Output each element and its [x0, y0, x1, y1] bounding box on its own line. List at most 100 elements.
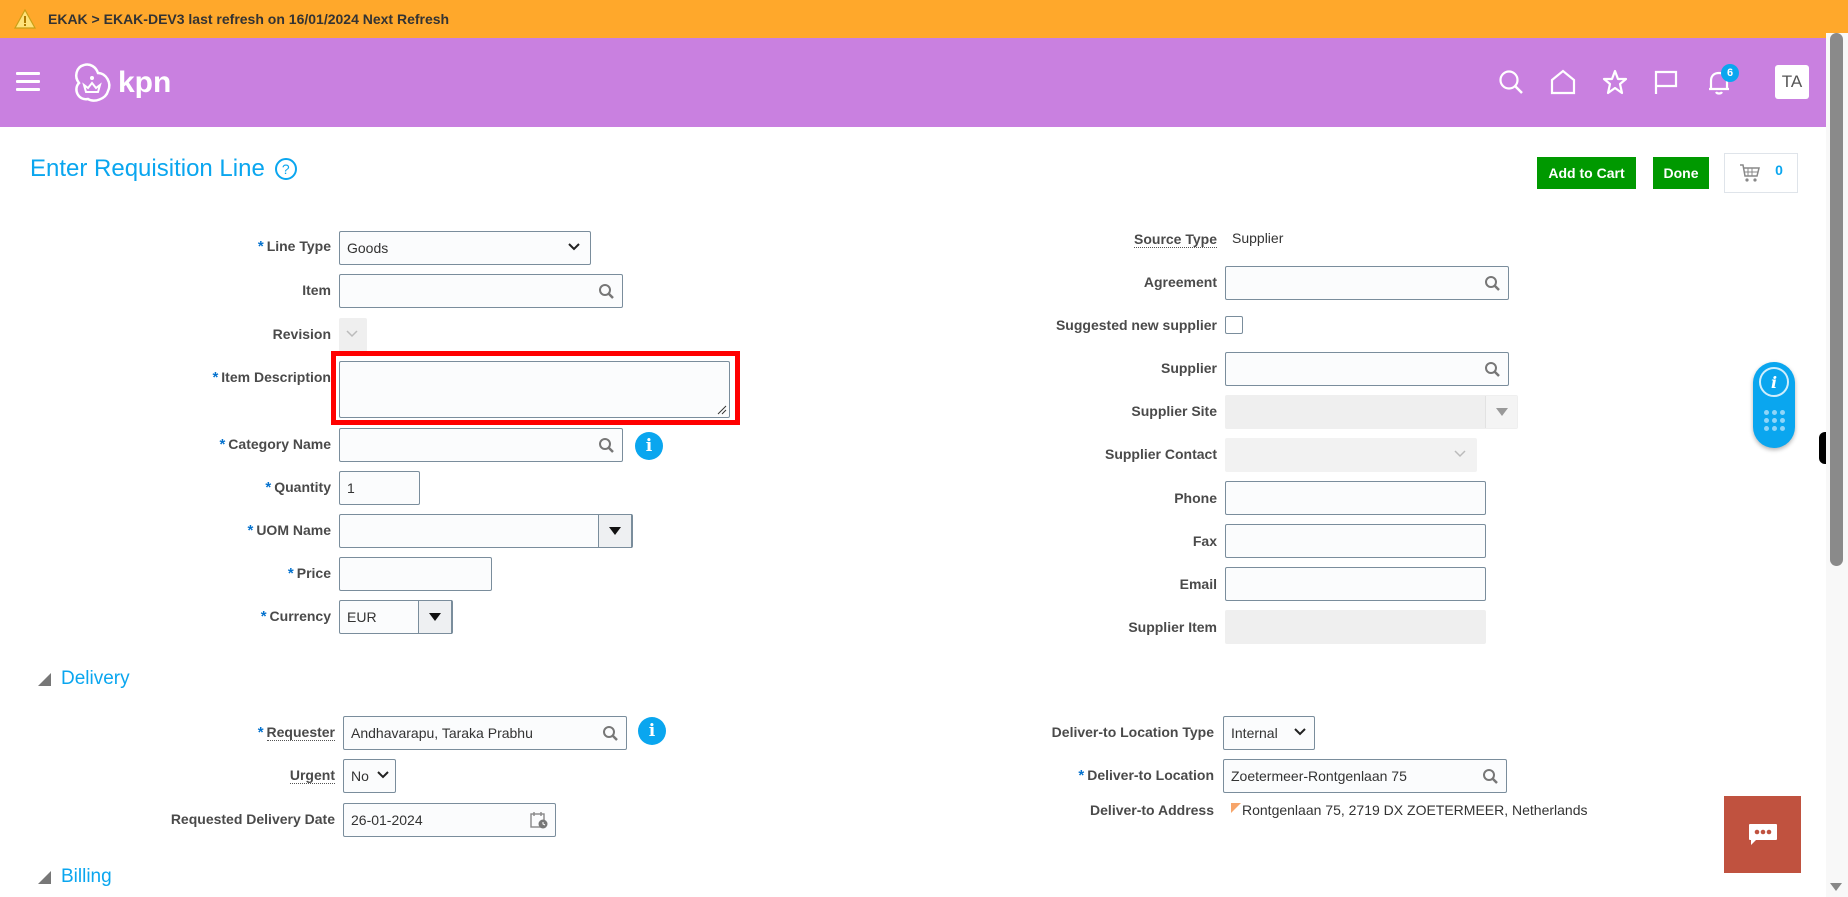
page-title: Enter Requisition Line ?: [30, 155, 297, 183]
warning-icon: [14, 9, 36, 29]
item-label: Item: [302, 282, 331, 298]
search-icon[interactable]: [1484, 275, 1501, 292]
supplier-contact-label: Supplier Contact: [1104, 446, 1217, 462]
item-description-label: * Item Description: [212, 369, 331, 386]
source-type-label: Source Type: [1134, 231, 1217, 248]
agreement-input[interactable]: [1225, 266, 1509, 300]
info-icon: i: [1759, 367, 1789, 397]
category-name-label: * Category Name: [219, 436, 331, 453]
quantity-label: * Quantity: [265, 479, 331, 496]
deliver-to-location-type-select[interactable]: Internal: [1223, 716, 1315, 750]
item-input[interactable]: [339, 274, 623, 308]
caret-down-icon: [429, 613, 441, 621]
urgent-select[interactable]: No: [343, 759, 396, 793]
phone-input[interactable]: [1225, 481, 1486, 515]
shopping-cart-button[interactable]: 0: [1724, 153, 1798, 193]
menu-icon[interactable]: [16, 72, 40, 92]
scrollbar-thumb[interactable]: [1830, 33, 1843, 566]
page-scrollbar[interactable]: [1826, 33, 1848, 897]
chat-button[interactable]: [1724, 796, 1801, 873]
supplier-label: Supplier: [1160, 360, 1217, 376]
supplier-item-label: Supplier Item: [1128, 619, 1217, 635]
search-icon[interactable]: [1482, 768, 1499, 785]
resize-grip-icon[interactable]: [717, 405, 727, 415]
fax-input[interactable]: [1225, 524, 1486, 558]
uom-name-label: * UOM Name: [247, 522, 331, 539]
currency-dropdown-button[interactable]: [418, 600, 452, 634]
supplier-contact-select: [1225, 438, 1477, 472]
banner-text: EKAK > EKAK-DEV3 last refresh on 16/01/2…: [48, 11, 450, 27]
suggested-new-supplier-label: Suggested new supplier: [1055, 317, 1217, 333]
quantity-input[interactable]: 1: [339, 471, 420, 505]
kpn-crown-icon: [75, 63, 111, 102]
source-type-value: Supplier: [1232, 230, 1284, 246]
currency-input[interactable]: EUR: [339, 600, 453, 634]
revision-select: [339, 318, 367, 352]
requester-input[interactable]: Andhavarapu, Taraka Prabhu: [343, 716, 627, 750]
supplier-input[interactable]: [1225, 352, 1509, 386]
email-input[interactable]: [1225, 567, 1486, 601]
deliver-to-address-value: Rontgenlaan 75, 2719 DX ZOETERMEER, Neth…: [1231, 802, 1588, 818]
search-icon[interactable]: [598, 437, 615, 454]
line-type-select[interactable]: Goods: [339, 231, 591, 265]
supplier-site-dropdown-button: [1485, 396, 1517, 428]
supplier-site-select: [1225, 395, 1518, 429]
suggested-new-supplier-checkbox[interactable]: [1225, 316, 1243, 334]
cart-count: 0: [1775, 162, 1783, 178]
search-icon[interactable]: [1491, 62, 1531, 102]
supplier-site-label: Supplier Site: [1131, 403, 1217, 419]
currency-label: * Currency: [260, 608, 331, 625]
cart-icon: [1740, 164, 1761, 182]
line-type-label: * Line Type: [257, 238, 331, 255]
scroll-down-arrow-icon[interactable]: [1830, 883, 1842, 891]
uom-dropdown-button[interactable]: [598, 514, 632, 548]
caret-down-icon: [1495, 408, 1508, 416]
keypad-icon: [1764, 410, 1786, 431]
page-title-text: Enter Requisition Line: [30, 155, 265, 182]
add-to-cart-button[interactable]: Add to Cart: [1537, 157, 1636, 189]
collapse-triangle-icon: [38, 672, 51, 686]
chevron-down-icon: [377, 771, 389, 779]
deliver-to-location-label: * Deliver-to Location: [1078, 767, 1214, 784]
item-description-textarea[interactable]: [339, 361, 730, 418]
requested-delivery-date-label: Requested Delivery Date: [170, 811, 335, 827]
kpn-logo[interactable]: kpn: [70, 60, 171, 106]
phone-label: Phone: [1174, 490, 1217, 506]
requester-info-icon[interactable]: i: [638, 717, 666, 745]
price-label: * Price: [287, 565, 331, 582]
deliver-to-location-input[interactable]: Zoetermeer-Rontgenlaan 75: [1223, 759, 1507, 793]
caret-down-icon: [609, 527, 621, 535]
chevron-down-icon: [1294, 728, 1306, 736]
requested-delivery-date-input[interactable]: 26-01-2024: [343, 803, 556, 837]
done-button[interactable]: Done: [1653, 157, 1709, 189]
environment-banner: EKAK > EKAK-DEV3 last refresh on 16/01/2…: [0, 0, 1848, 38]
urgent-label: Urgent: [289, 767, 335, 784]
changed-indicator-icon: [1231, 803, 1241, 813]
agreement-label: Agreement: [1143, 274, 1217, 290]
search-icon[interactable]: [602, 725, 619, 742]
delivery-section-toggle[interactable]: Delivery: [38, 668, 130, 690]
chevron-down-icon: [1454, 450, 1466, 458]
search-icon[interactable]: [1484, 361, 1501, 378]
supplier-item-input: [1225, 610, 1486, 644]
chevron-down-icon: [568, 243, 580, 251]
star-icon[interactable]: [1595, 62, 1635, 102]
home-icon[interactable]: [1543, 62, 1583, 102]
fax-label: Fax: [1192, 533, 1217, 549]
guidance-widget[interactable]: i: [1753, 362, 1795, 448]
user-avatar[interactable]: TA: [1775, 65, 1809, 99]
search-icon[interactable]: [598, 283, 615, 300]
notification-badge: 6: [1721, 64, 1739, 82]
calendar-icon[interactable]: [529, 810, 549, 830]
bell-icon[interactable]: 6: [1699, 62, 1739, 102]
chat-bubble-icon: [1748, 823, 1777, 845]
category-info-icon[interactable]: i: [635, 432, 663, 460]
price-input[interactable]: [339, 557, 492, 591]
global-header: kpn 6 TA: [0, 38, 1826, 127]
billing-section-toggle[interactable]: Billing: [38, 866, 112, 888]
flag-icon[interactable]: [1646, 62, 1686, 102]
help-icon[interactable]: ?: [274, 158, 297, 180]
category-name-input[interactable]: [339, 428, 623, 462]
deliver-to-address-label: Deliver-to Address: [1090, 802, 1214, 818]
uom-name-input[interactable]: [339, 514, 633, 548]
